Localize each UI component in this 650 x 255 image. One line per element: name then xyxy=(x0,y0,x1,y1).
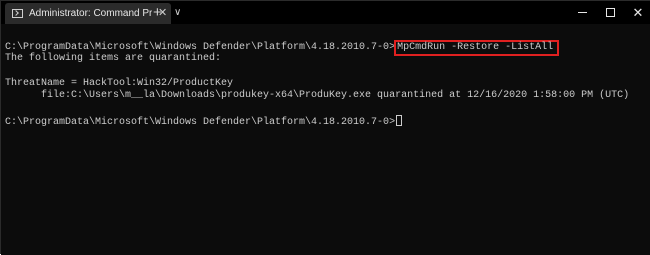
tab-title: Administrator: Command Prompt xyxy=(29,8,152,19)
terminal-icon xyxy=(12,9,23,18)
console-output[interactable]: C:\ProgramData\Microsoft\Windows Defende… xyxy=(1,24,650,255)
chevron-down-icon[interactable]: ∨ xyxy=(174,4,181,21)
text-cursor xyxy=(396,115,403,126)
close-icon: ✕ xyxy=(632,4,644,20)
prompt: C:\ProgramData\Microsoft\Windows Defende… xyxy=(5,42,396,53)
threat-name-line: ThreatName = HackTool:Win32/ProductKey xyxy=(5,77,234,89)
new-tab-button[interactable]: + xyxy=(153,4,162,21)
tab-command-prompt[interactable]: Administrator: Command Prompt ✕ xyxy=(5,3,171,24)
output-line: The following items are quarantined: xyxy=(5,52,222,64)
minimize-icon xyxy=(577,12,587,13)
close-button[interactable]: ✕ xyxy=(623,1,650,24)
minimize-button[interactable] xyxy=(567,1,597,24)
terminal-window: Administrator: Command Prompt ✕ + ∨ ✕ C:… xyxy=(0,0,650,255)
title-bar[interactable]: Administrator: Command Prompt ✕ + ∨ ✕ xyxy=(1,1,650,24)
maximize-button[interactable] xyxy=(595,1,625,24)
prompt: C:\ProgramData\Microsoft\Windows Defende… xyxy=(5,117,396,128)
maximize-icon xyxy=(605,8,615,17)
command-line: C:\ProgramData\Microsoft\Windows Defende… xyxy=(5,40,650,56)
prompt-line: C:\ProgramData\Microsoft\Windows Defende… xyxy=(5,115,650,128)
quarantined-file-line: file:C:\Users\m__la\Downloads\produkey-x… xyxy=(5,90,630,101)
